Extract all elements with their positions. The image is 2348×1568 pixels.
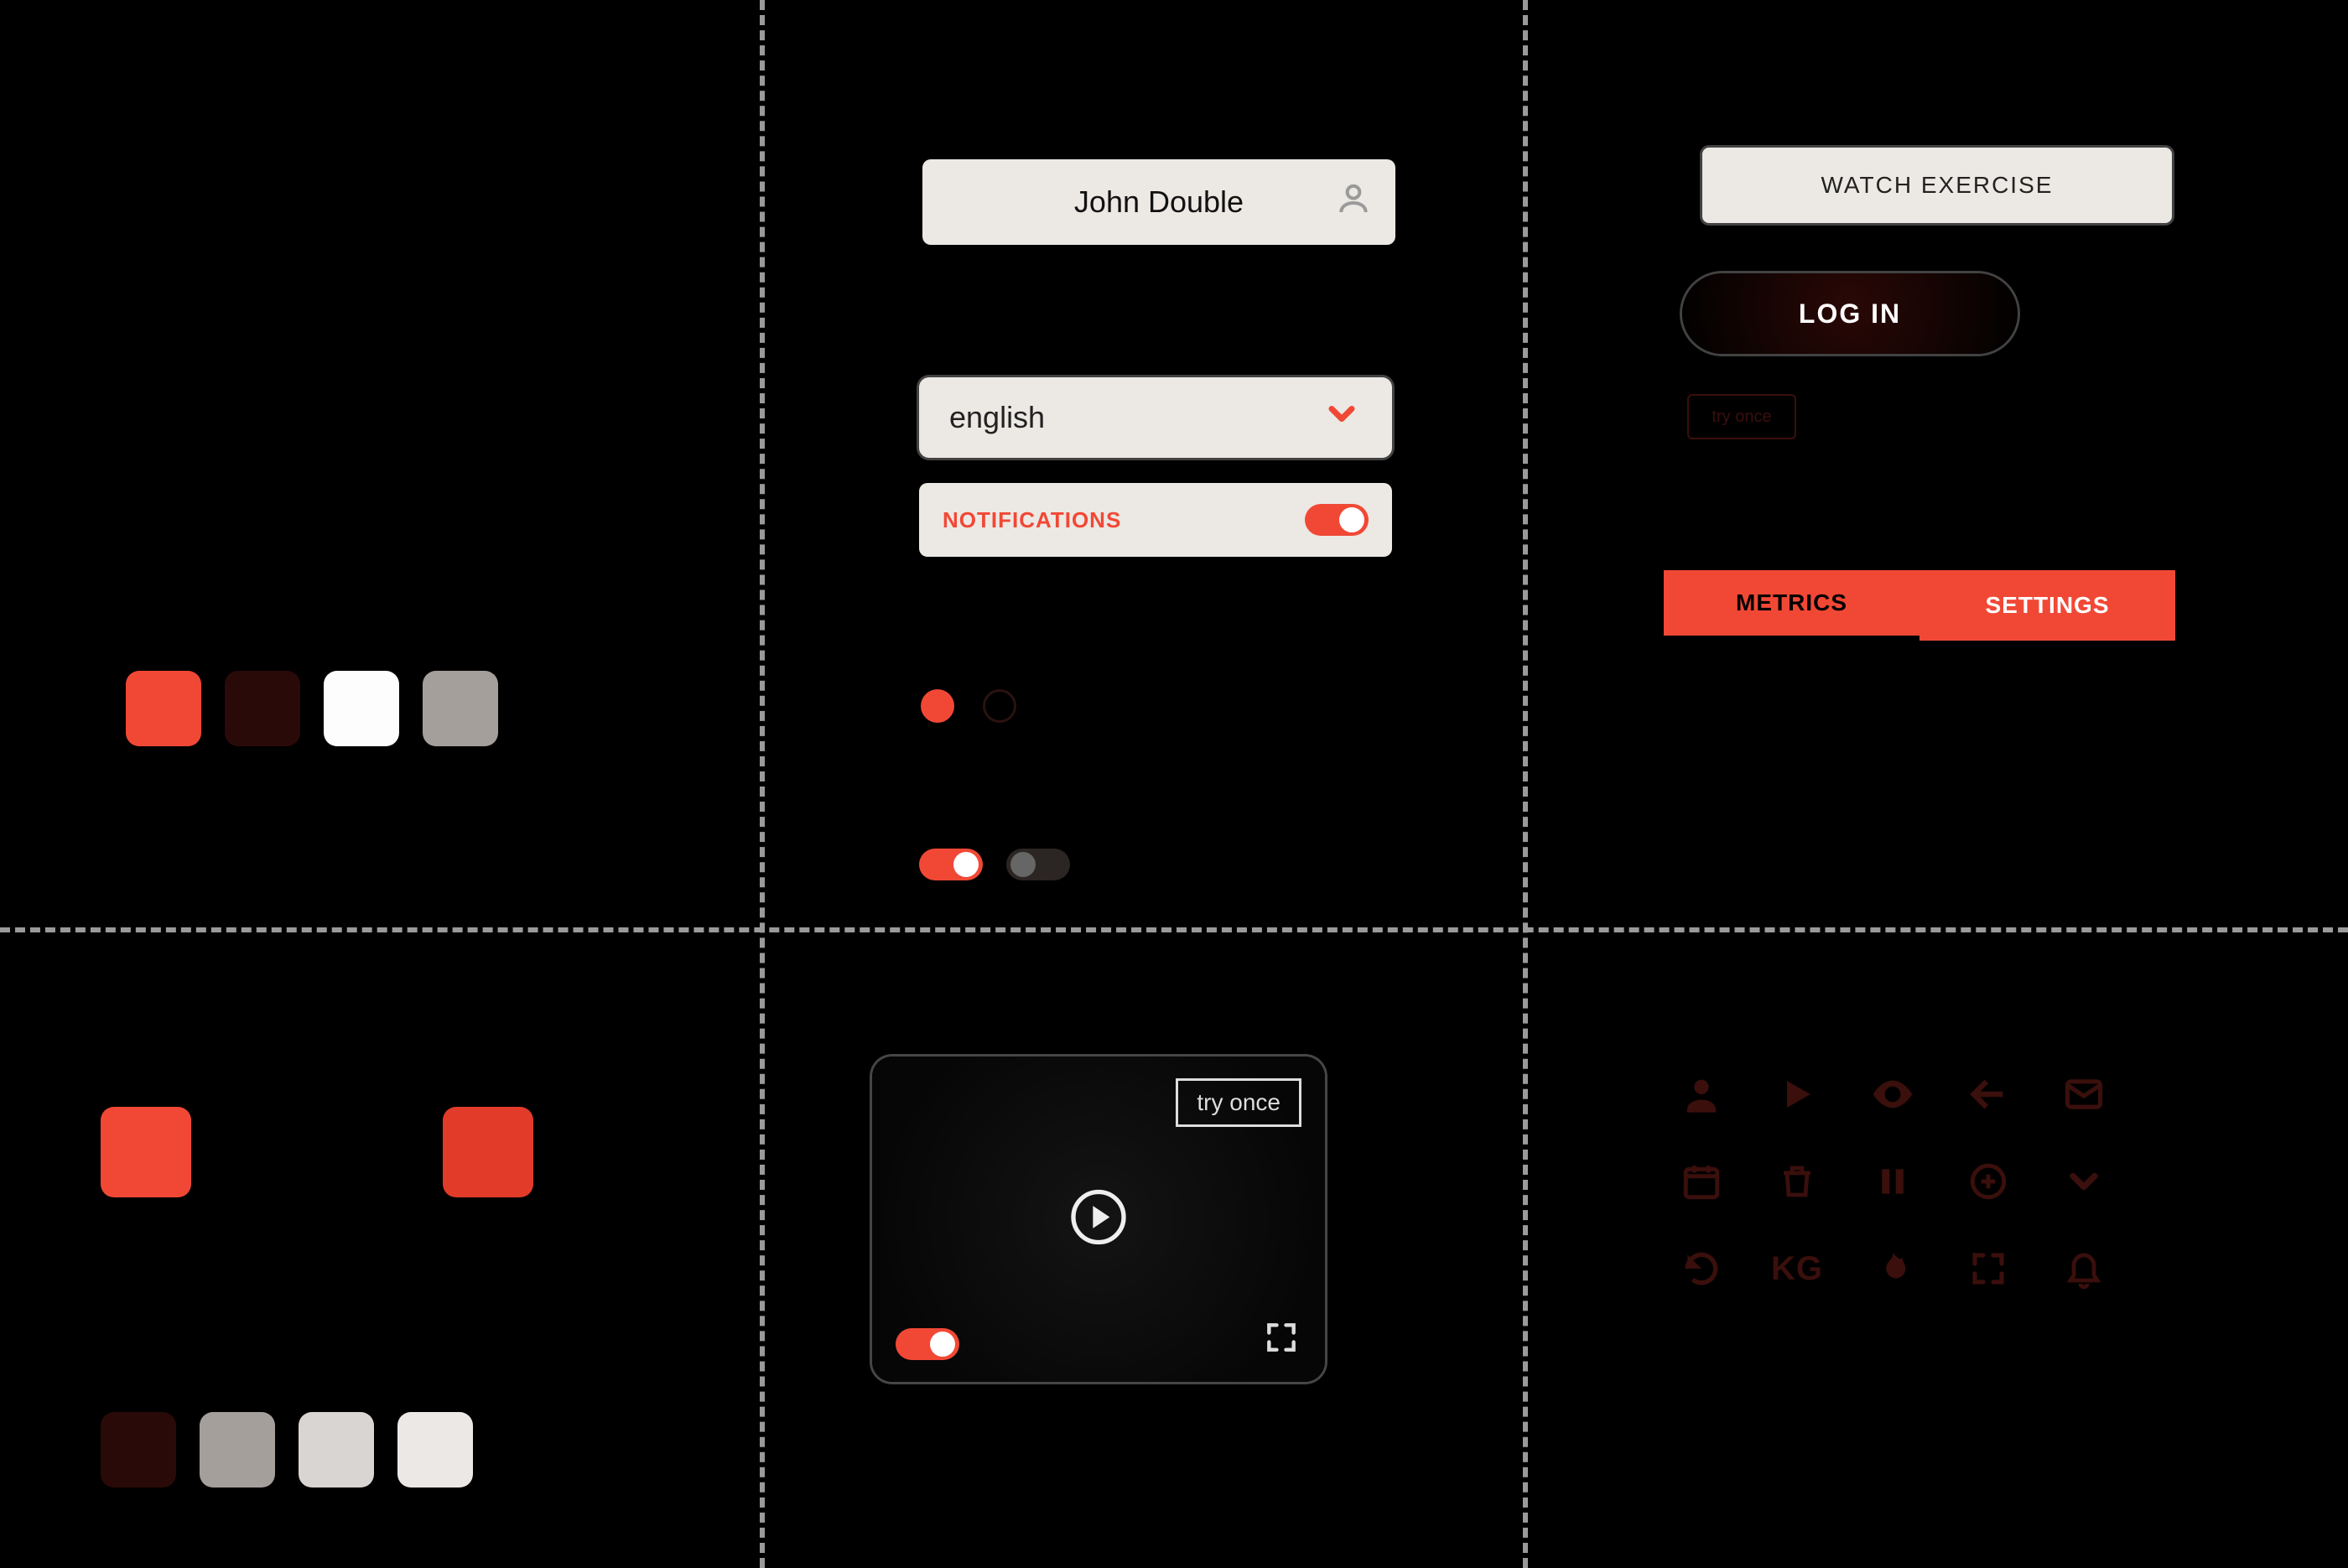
grid-divider-horizontal — [0, 927, 2348, 932]
kg-unit-label: KG — [1759, 1231, 1835, 1306]
login-label: LOG IN — [1799, 299, 1901, 330]
swatch-neutral-1 — [101, 1412, 176, 1488]
tab-settings-label: SETTINGS — [1985, 592, 2109, 619]
swatch-accent-1 — [101, 1107, 191, 1197]
refresh-icon — [1664, 1231, 1739, 1306]
toggle-off-sample[interactable] — [1006, 849, 1070, 880]
palette-swatches-top — [126, 671, 498, 746]
person-icon — [1335, 180, 1372, 225]
radio-option-1[interactable] — [921, 689, 954, 723]
grid-divider-vertical-2 — [1523, 0, 1528, 1568]
watch-exercise-button[interactable]: WATCH EXERCISE — [1702, 148, 2172, 223]
language-value: english — [949, 400, 1045, 435]
tab-metrics-label: METRICS — [1736, 589, 1847, 616]
video-preview-card: try once — [872, 1057, 1325, 1382]
tab-settings[interactable]: SETTINGS — [1919, 570, 2175, 641]
radio-group — [921, 689, 1016, 723]
notifications-toggle[interactable] — [1305, 504, 1369, 536]
fullscreen-icon[interactable] — [1263, 1319, 1300, 1360]
try-once-label: try once — [1197, 1089, 1280, 1115]
watch-exercise-label: WATCH EXERCISE — [1821, 172, 2054, 199]
play-icon[interactable] — [1065, 1184, 1132, 1255]
fullscreen-corners-icon — [1951, 1231, 2026, 1306]
swatch-dark-red — [225, 671, 300, 746]
notifications-label: NOTIFICATIONS — [943, 507, 1121, 533]
try-once-small-button[interactable]: try once — [1687, 394, 1796, 439]
profile-name-field[interactable]: John Double — [922, 159, 1395, 245]
chevron-down-icon — [1322, 394, 1362, 442]
tab-bar: METRICS SETTINGS — [1664, 570, 2175, 641]
grid-divider-vertical-1 — [760, 0, 765, 1568]
play-solid-icon — [1759, 1057, 1835, 1132]
person-icon — [1664, 1057, 1739, 1132]
login-button[interactable]: LOG IN — [1682, 273, 2018, 354]
add-circle-icon — [1951, 1144, 2026, 1219]
arrow-left-icon — [1951, 1057, 2026, 1132]
eye-icon — [1855, 1057, 1930, 1132]
swatch-grey — [423, 671, 498, 746]
try-once-small-label: try once — [1712, 408, 1771, 427]
swatch-primary-red — [126, 671, 201, 746]
swatch-accent-2 — [443, 1107, 533, 1197]
tab-metrics[interactable]: METRICS — [1664, 570, 1919, 641]
trash-icon — [1759, 1144, 1835, 1219]
toggle-on-sample[interactable] — [919, 849, 983, 880]
calendar-icon — [1664, 1144, 1739, 1219]
palette-swatches-neutral — [101, 1412, 473, 1488]
icon-grid: KG — [1664, 1057, 2122, 1306]
swatch-neutral-4 — [397, 1412, 473, 1488]
mail-icon — [2046, 1057, 2122, 1132]
language-select[interactable]: english — [919, 377, 1392, 458]
profile-name-label: John Double — [1074, 184, 1244, 220]
swatch-neutral-3 — [299, 1412, 374, 1488]
video-card-toggle[interactable] — [896, 1328, 959, 1360]
notifications-row: NOTIFICATIONS — [919, 483, 1392, 557]
bell-icon — [2046, 1231, 2122, 1306]
pause-icon — [1855, 1144, 1930, 1219]
swatch-neutral-2 — [200, 1412, 275, 1488]
palette-swatches-accent — [101, 1107, 533, 1197]
radio-option-2[interactable] — [983, 689, 1016, 723]
flame-icon — [1855, 1231, 1930, 1306]
swatch-white — [324, 671, 399, 746]
chevron-down-icon — [2046, 1144, 2122, 1219]
try-once-button[interactable]: try once — [1176, 1078, 1301, 1127]
